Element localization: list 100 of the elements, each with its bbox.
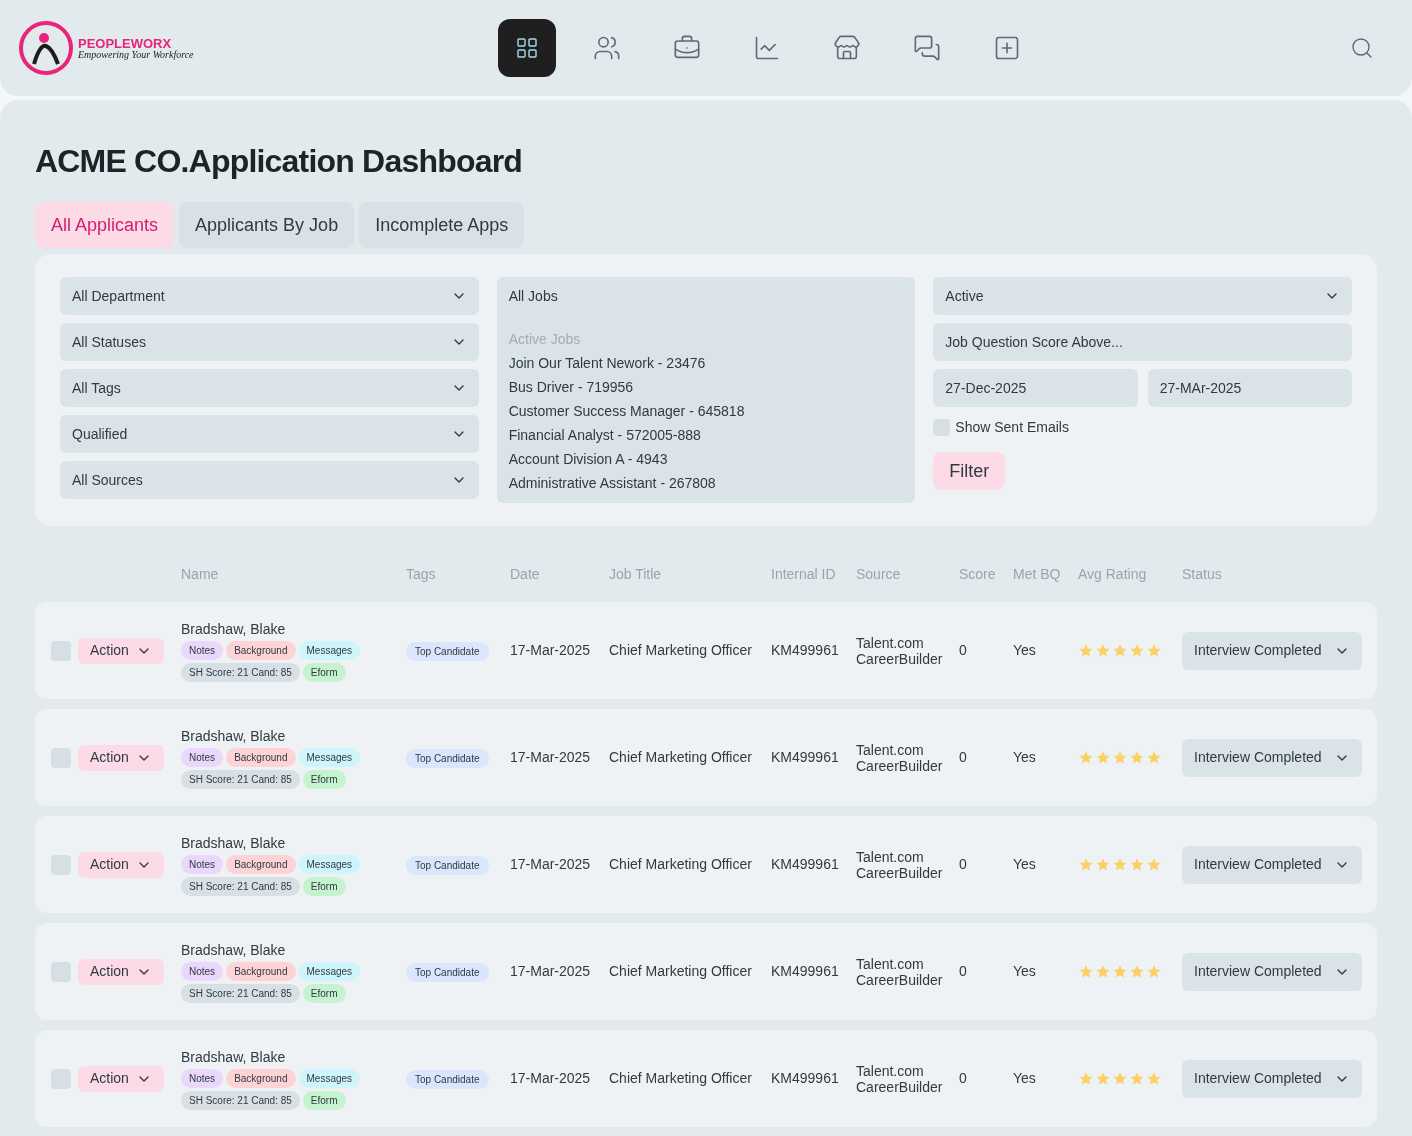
internal-id-text: KM499961 xyxy=(771,748,840,767)
chip-link[interactable]: Background xyxy=(226,961,296,981)
date-input[interactable]: 27-MAr-2025 xyxy=(1147,369,1352,407)
star-icon xyxy=(1078,963,1094,980)
job-option[interactable]: Account Division A - 4943 xyxy=(508,447,904,471)
chip-link[interactable]: SH Score: 21 Cand: 85 xyxy=(181,662,300,682)
dropdown-field[interactable]: All Sources xyxy=(60,461,479,499)
checkbox-label: Show Sent Emails xyxy=(955,418,1069,437)
status-dropdown[interactable]: Interview Completed xyxy=(1182,631,1362,670)
row-checkbox[interactable] xyxy=(51,747,71,768)
applicant-name: Bradshaw, Blake xyxy=(181,940,287,959)
applicant-name: Bradshaw, Blake xyxy=(181,619,287,638)
job-option[interactable]: Join Our Talent Nework - 23476 xyxy=(508,351,904,375)
chip-link[interactable]: Messages xyxy=(298,961,361,981)
column-header: Source xyxy=(856,564,902,584)
chip-link[interactable]: Notes xyxy=(181,747,224,767)
row-checkbox[interactable] xyxy=(51,1068,71,1089)
action-button[interactable]: Action xyxy=(78,637,164,664)
star-icon xyxy=(1146,963,1162,980)
star-icon xyxy=(1129,963,1145,980)
star-icon xyxy=(1112,749,1128,766)
star-icon xyxy=(1095,963,1111,980)
nav-button[interactable] xyxy=(498,19,556,77)
job-option[interactable]: Customer Success Manager - 645818 xyxy=(508,399,904,423)
star-icon xyxy=(1129,856,1145,873)
star-icon xyxy=(1129,642,1145,659)
chip-link[interactable]: Notes xyxy=(181,854,224,874)
tab[interactable]: All Applicants xyxy=(35,202,175,248)
applicant-name: Bradshaw, Blake xyxy=(181,833,287,852)
chip-link[interactable]: Notes xyxy=(181,961,224,981)
tab[interactable]: Incomplete Apps xyxy=(359,202,525,248)
source-text: CareerBuilder xyxy=(856,971,944,988)
chip-link[interactable]: SH Score: 21 Cand: 85 xyxy=(181,983,300,1003)
source-text: Talent.com xyxy=(856,741,925,758)
chip-link[interactable]: Messages xyxy=(298,640,361,660)
chip-link[interactable]: Background xyxy=(226,747,296,767)
status-dropdown[interactable]: Interview Completed xyxy=(1182,845,1362,884)
chip-link[interactable]: SH Score: 21 Cand: 85 xyxy=(181,769,300,789)
internal-id-text: KM499961 xyxy=(771,641,840,660)
star-icon xyxy=(1112,642,1128,659)
chip-link[interactable]: Messages xyxy=(298,747,361,767)
tab[interactable]: Applicants By Job xyxy=(179,202,355,248)
date-input[interactable]: 27-Dec-2025 xyxy=(933,369,1138,407)
action-button[interactable]: Action xyxy=(78,1065,164,1092)
star-icon xyxy=(1129,749,1145,766)
star-icon xyxy=(1095,642,1111,659)
chip-link[interactable]: Eform xyxy=(302,876,346,896)
column-header: Status xyxy=(1182,564,1223,584)
chip-link[interactable]: Notes xyxy=(181,1068,224,1088)
tag-chip: Top Candidate xyxy=(406,642,489,661)
chip-link[interactable]: Eform xyxy=(302,769,346,789)
row-checkbox[interactable] xyxy=(51,640,71,661)
chip-link[interactable]: Eform xyxy=(302,983,346,1003)
filter-button[interactable]: Filter xyxy=(933,452,1006,490)
status-dropdown[interactable]: Interview Completed xyxy=(1182,952,1362,991)
chip-link[interactable]: Background xyxy=(226,640,296,660)
chip-link[interactable]: Background xyxy=(226,854,296,874)
dropdown-field[interactable]: All Statuses xyxy=(60,323,479,361)
job-option[interactable]: Administrative Assistant - 267808 xyxy=(508,471,904,495)
chip-link[interactable]: SH Score: 21 Cand: 85 xyxy=(181,876,300,896)
action-button[interactable]: Action xyxy=(78,744,164,771)
met-bq-text: Yes xyxy=(1013,962,1037,981)
logo-name: PEOPLEWORX xyxy=(78,36,172,50)
dropdown-field[interactable]: Qualified xyxy=(60,415,479,453)
tag-chip: Top Candidate xyxy=(406,856,489,875)
chip-link[interactable]: Messages xyxy=(298,854,361,874)
chip-link[interactable]: Background xyxy=(226,1068,296,1088)
star-icon xyxy=(1112,1070,1128,1087)
checkbox[interactable] xyxy=(933,419,951,436)
star-icon xyxy=(1146,856,1162,873)
status-dropdown[interactable]: Interview Completed xyxy=(1182,738,1362,777)
row-checkbox[interactable] xyxy=(51,961,71,982)
chip-link[interactable]: SH Score: 21 Cand: 85 xyxy=(181,1090,300,1110)
score-text: 0 xyxy=(959,962,968,981)
applicant-name: Bradshaw, Blake xyxy=(181,1047,287,1066)
action-button[interactable]: Action xyxy=(78,851,164,878)
chip-link[interactable]: Eform xyxy=(302,1090,346,1110)
dropdown-field[interactable]: All Department xyxy=(60,277,479,315)
row-checkbox[interactable] xyxy=(51,854,71,875)
star-icon xyxy=(1078,856,1094,873)
chip-link[interactable]: Messages xyxy=(298,1068,361,1088)
search-icon xyxy=(1350,36,1374,60)
star-icon xyxy=(1078,749,1094,766)
star-icon xyxy=(1112,963,1128,980)
chip-link[interactable]: Notes xyxy=(181,640,224,660)
column-header: Name xyxy=(181,564,220,584)
status-dropdown[interactable]: Interview Completed xyxy=(1182,1059,1362,1098)
job-title-text: Chief Marketing Officer xyxy=(609,748,753,767)
job-title-text: Chief Marketing Officer xyxy=(609,855,753,874)
score-input[interactable]: Job Question Score Above... xyxy=(933,323,1352,361)
job-option[interactable]: Bus Driver - 719956 xyxy=(508,375,904,399)
dashboard-icon xyxy=(515,36,539,60)
dropdown-field[interactable]: Active xyxy=(933,277,1352,315)
star-icon xyxy=(1146,642,1162,659)
date-text: 17-Mar-2025 xyxy=(510,1069,592,1088)
date-text: 17-Mar-2025 xyxy=(510,641,592,660)
chip-link[interactable]: Eform xyxy=(302,662,346,682)
job-option[interactable]: Financial Analyst - 572005-888 xyxy=(508,423,904,447)
dropdown-field[interactable]: All Tags xyxy=(60,369,479,407)
action-button[interactable]: Action xyxy=(78,958,164,985)
